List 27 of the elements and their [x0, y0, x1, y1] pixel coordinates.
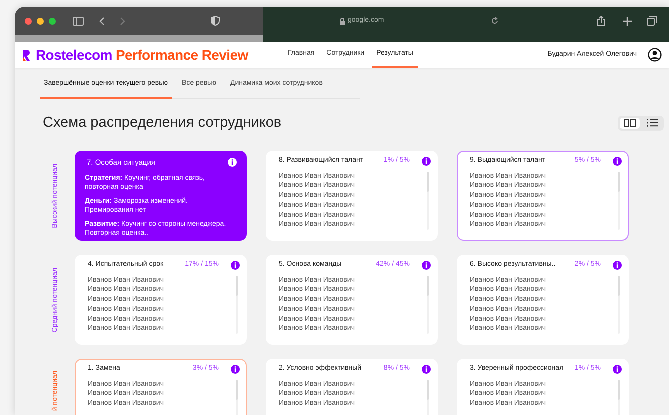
share-icon[interactable]: [597, 16, 606, 26]
avatar-icon[interactable]: [648, 48, 662, 62]
tabs-icon[interactable]: [647, 16, 657, 26]
scrollbar[interactable]: [618, 276, 620, 334]
reload-icon[interactable]: [491, 17, 500, 25]
info-icon[interactable]: [613, 365, 622, 374]
info-icon[interactable]: [231, 261, 240, 270]
brand-title: Rostelecom Performance Review: [36, 46, 248, 64]
back-icon[interactable]: [99, 16, 105, 26]
sidebar-icon[interactable]: [73, 16, 84, 26]
scrollbar[interactable]: [618, 172, 620, 230]
scrollbar[interactable]: [427, 276, 429, 334]
grid-view-button[interactable]: [620, 118, 640, 129]
info-icon[interactable]: [613, 157, 622, 166]
info-icon[interactable]: [228, 158, 237, 168]
info-icon[interactable]: [613, 261, 622, 270]
scrollbar[interactable]: [236, 276, 238, 334]
info-icon[interactable]: [231, 365, 240, 374]
info-icon[interactable]: [422, 157, 431, 166]
scrollbar[interactable]: [427, 172, 429, 230]
shield-icon: [211, 16, 220, 26]
logo-icon: [22, 48, 31, 62]
lock-icon: [340, 18, 345, 24]
info-icon[interactable]: [422, 365, 431, 374]
info-icon[interactable]: [422, 261, 431, 270]
new-tab-icon[interactable]: [623, 16, 632, 26]
page-title: Схема распределения сотрудников: [43, 114, 282, 132]
